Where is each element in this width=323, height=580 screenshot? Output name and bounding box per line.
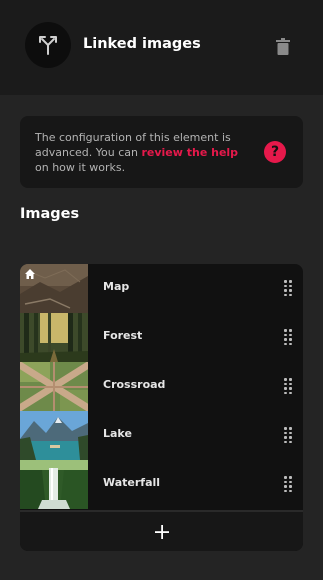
drag-handle-icon[interactable] <box>284 476 292 492</box>
waterfall-thumbnail <box>20 460 88 509</box>
crossroad-thumbnail <box>20 362 88 411</box>
lake-thumbnail <box>20 411 88 460</box>
image-row-forest[interactable]: Forest <box>20 313 303 362</box>
info-text-end: on how it works. <box>35 161 126 174</box>
image-row-map[interactable]: Map <box>20 264 303 313</box>
image-row-waterfall[interactable]: Waterfall <box>20 460 303 509</box>
trash-icon <box>276 37 290 55</box>
home-icon <box>25 269 35 279</box>
image-label: Waterfall <box>103 476 161 489</box>
map-thumbnail <box>20 264 88 313</box>
add-image-button[interactable] <box>20 510 303 551</box>
drag-handle-icon[interactable] <box>284 329 292 345</box>
image-row-crossroad[interactable]: Crossroad <box>20 362 303 411</box>
split-arrows-icon <box>39 36 57 55</box>
info-text: The configuration of this element is adv… <box>35 130 255 175</box>
image-label: Map <box>103 280 130 293</box>
image-label: Forest <box>103 329 143 342</box>
forest-thumbnail <box>20 313 88 362</box>
info-notice: The configuration of this element is adv… <box>20 116 303 188</box>
header: Linked images <box>0 0 323 95</box>
delete-button[interactable] <box>273 35 293 57</box>
plus-icon <box>154 524 169 539</box>
image-label: Crossroad <box>103 378 166 391</box>
images-section-title: Images <box>20 206 80 222</box>
page-title: Linked images <box>83 36 201 52</box>
review-help-link[interactable]: review the help <box>141 146 238 159</box>
image-list: Map Forest Crossroad Lake Waterfall <box>20 264 303 551</box>
linked-images-icon <box>25 22 71 68</box>
image-label: Lake <box>103 427 132 440</box>
drag-handle-icon[interactable] <box>284 378 292 394</box>
drag-handle-icon[interactable] <box>284 427 292 443</box>
drag-handle-icon[interactable] <box>284 280 292 296</box>
image-row-lake[interactable]: Lake <box>20 411 303 460</box>
help-icon[interactable]: ? <box>264 141 286 163</box>
